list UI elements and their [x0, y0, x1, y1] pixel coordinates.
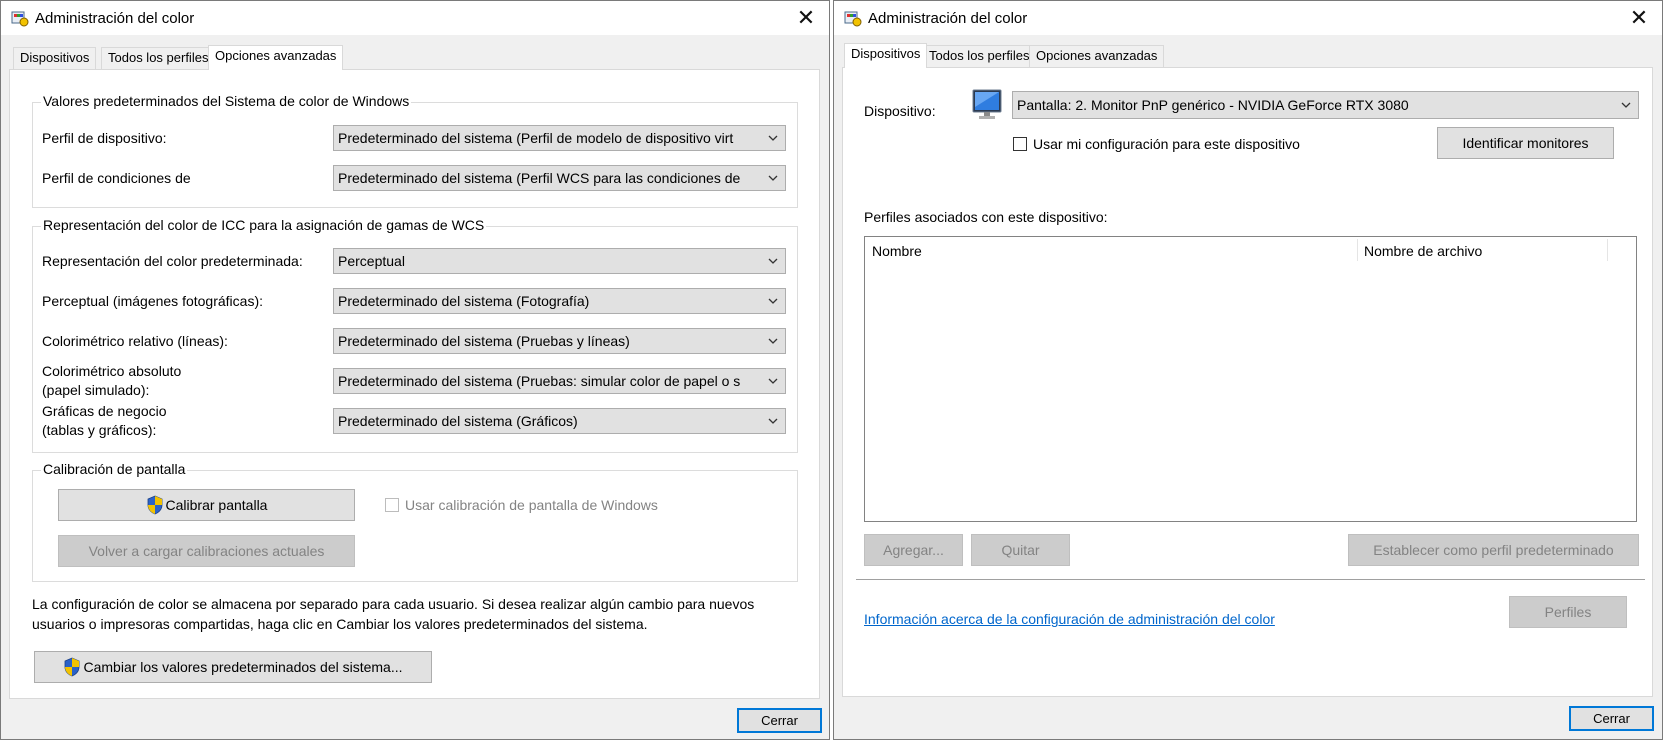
chevron-down-icon: [768, 258, 778, 264]
group-title: Calibración de pantalla: [41, 461, 188, 477]
absolute-colorimetric-label: Colorimétrico absoluto: [42, 363, 182, 379]
color-management-dialog-devices: Administración del color ✕ Dispositivos …: [833, 0, 1663, 740]
device-label: Dispositivo:: [864, 103, 936, 119]
group-title: Representación del color de ICC para la …: [41, 217, 487, 233]
close-window-icon[interactable]: ✕: [783, 1, 829, 35]
remove-profile-button[interactable]: Quitar: [971, 534, 1070, 566]
selected-value: Perceptual: [338, 253, 405, 269]
identify-monitors-button[interactable]: Identificar monitores: [1437, 127, 1614, 159]
close-window-icon[interactable]: ✕: [1616, 1, 1662, 35]
viewing-conditions-select[interactable]: Predeterminado del sistema (Perfil WCS p…: [333, 165, 786, 191]
chevron-down-icon: [1621, 102, 1631, 108]
absolute-colorimetric-label-2: (papel simulado):: [42, 382, 150, 398]
profiles-button[interactable]: Perfiles: [1509, 596, 1627, 628]
relative-colorimetric-select[interactable]: Predeterminado del sistema (Pruebas y lí…: [333, 328, 786, 354]
tab-advanced[interactable]: Opciones avanzadas: [1029, 45, 1165, 67]
viewing-conditions-label: Perfil de condiciones de: [42, 170, 191, 186]
perceptual-select[interactable]: Predeterminado del sistema (Fotografía): [333, 288, 786, 314]
set-default-profile-button[interactable]: Establecer como perfil predeterminado: [1348, 534, 1639, 566]
devices-tab-panel: Dispositivo: Pantalla: 2. Monitor PnP ge…: [842, 67, 1653, 697]
tab-devices[interactable]: Dispositivos: [13, 47, 97, 69]
use-windows-calibration-label: Usar calibración de pantalla de Windows: [405, 497, 658, 513]
chevron-down-icon: [768, 135, 778, 141]
tab-all-profiles[interactable]: Todos los perfiles: [922, 45, 1037, 67]
absolute-colorimetric-select[interactable]: Predeterminado del sistema (Pruebas: sim…: [333, 368, 786, 394]
device-profile-select[interactable]: Predeterminado del sistema (Perfil de mo…: [333, 125, 786, 151]
default-intent-select[interactable]: Perceptual: [333, 248, 786, 274]
device-select[interactable]: Pantalla: 2. Monitor PnP genérico - NVID…: [1012, 91, 1639, 119]
business-graphics-label-2: (tablas y gráficos):: [42, 422, 157, 438]
column-header-name[interactable]: Nombre: [872, 243, 922, 259]
selected-value: Pantalla: 2. Monitor PnP genérico - NVID…: [1017, 97, 1409, 113]
selected-value: Predeterminado del sistema (Perfil de mo…: [338, 130, 734, 146]
change-system-defaults-button[interactable]: Cambiar los valores predeterminados del …: [34, 651, 432, 683]
button-label: Calibrar pantalla: [165, 497, 268, 513]
selected-value: Predeterminado del sistema (Gráficos): [338, 413, 578, 429]
column-separator[interactable]: [1357, 239, 1358, 261]
relative-colorimetric-label: Colorimétrico relativo (líneas):: [42, 333, 228, 349]
selected-value: Predeterminado del sistema (Pruebas y lí…: [338, 333, 630, 349]
color-management-app-icon: [11, 9, 29, 27]
settings-note-line-2: usuarios o impresoras compartidas, haga …: [32, 616, 648, 632]
separator: [856, 579, 1645, 580]
color-management-app-icon: [844, 9, 862, 27]
associated-profiles-label: Perfiles asociados con este dispositivo:: [864, 209, 1108, 225]
title-bar[interactable]: Administración del color ✕: [834, 1, 1662, 35]
chevron-down-icon: [768, 338, 778, 344]
column-header-filename[interactable]: Nombre de archivo: [1364, 243, 1482, 259]
device-profile-label: Perfil de dispositivo:: [42, 130, 167, 146]
uac-shield-icon: [65, 657, 80, 677]
selected-value: Predeterminado del sistema (Pruebas: sim…: [338, 373, 741, 389]
calibrate-display-button[interactable]: Calibrar pantalla: [58, 489, 355, 521]
use-my-settings-label: Usar mi configuración para este disposit…: [1033, 136, 1300, 152]
use-windows-calibration-checkbox[interactable]: [385, 498, 399, 512]
color-management-info-link[interactable]: Información acerca de la configuración d…: [864, 610, 1275, 628]
chevron-down-icon: [768, 378, 778, 384]
button-label: Cambiar los valores predeterminados del …: [83, 659, 403, 675]
perceptual-label: Perceptual (imágenes fotográficas):: [42, 293, 263, 309]
uac-shield-icon: [147, 495, 162, 515]
column-separator[interactable]: [1607, 239, 1608, 261]
window-title: Administración del color: [35, 10, 195, 27]
default-intent-label: Representación del color predeterminada:: [42, 253, 303, 269]
group-title: Valores predeterminados del Sistema de c…: [41, 93, 412, 109]
profiles-list[interactable]: Nombre Nombre de archivo: [864, 236, 1637, 522]
use-my-settings-checkbox[interactable]: [1013, 137, 1027, 151]
advanced-tab-panel: Valores predeterminados del Sistema de c…: [9, 69, 820, 699]
reload-calibrations-button[interactable]: Volver a cargar calibraciones actuales: [58, 535, 355, 567]
tab-all-profiles[interactable]: Todos los perfiles: [101, 47, 216, 69]
window-title: Administración del color: [868, 10, 1028, 27]
tab-advanced[interactable]: Opciones avanzadas: [208, 45, 344, 70]
settings-note-line-1: La configuración de color se almacena po…: [32, 596, 755, 612]
chevron-down-icon: [768, 175, 778, 181]
business-graphics-label: Gráficas de negocio: [42, 403, 167, 419]
business-graphics-select[interactable]: Predeterminado del sistema (Gráficos): [333, 408, 786, 434]
close-button[interactable]: Cerrar: [1569, 706, 1654, 731]
tab-devices[interactable]: Dispositivos: [844, 43, 928, 68]
monitor-icon: [972, 89, 1002, 119]
color-management-dialog-advanced: Administración del color ✕ Dispositivos …: [0, 0, 830, 740]
title-bar[interactable]: Administración del color ✕: [1, 1, 829, 35]
selected-value: Predeterminado del sistema (Fotografía): [338, 293, 590, 309]
add-profile-button[interactable]: Agregar...: [864, 534, 963, 566]
close-button[interactable]: Cerrar: [737, 708, 822, 733]
selected-value: Predeterminado del sistema (Perfil WCS p…: [338, 170, 741, 186]
chevron-down-icon: [768, 418, 778, 424]
chevron-down-icon: [768, 298, 778, 304]
wcs-defaults-group: Valores predeterminados del Sistema de c…: [32, 93, 798, 208]
